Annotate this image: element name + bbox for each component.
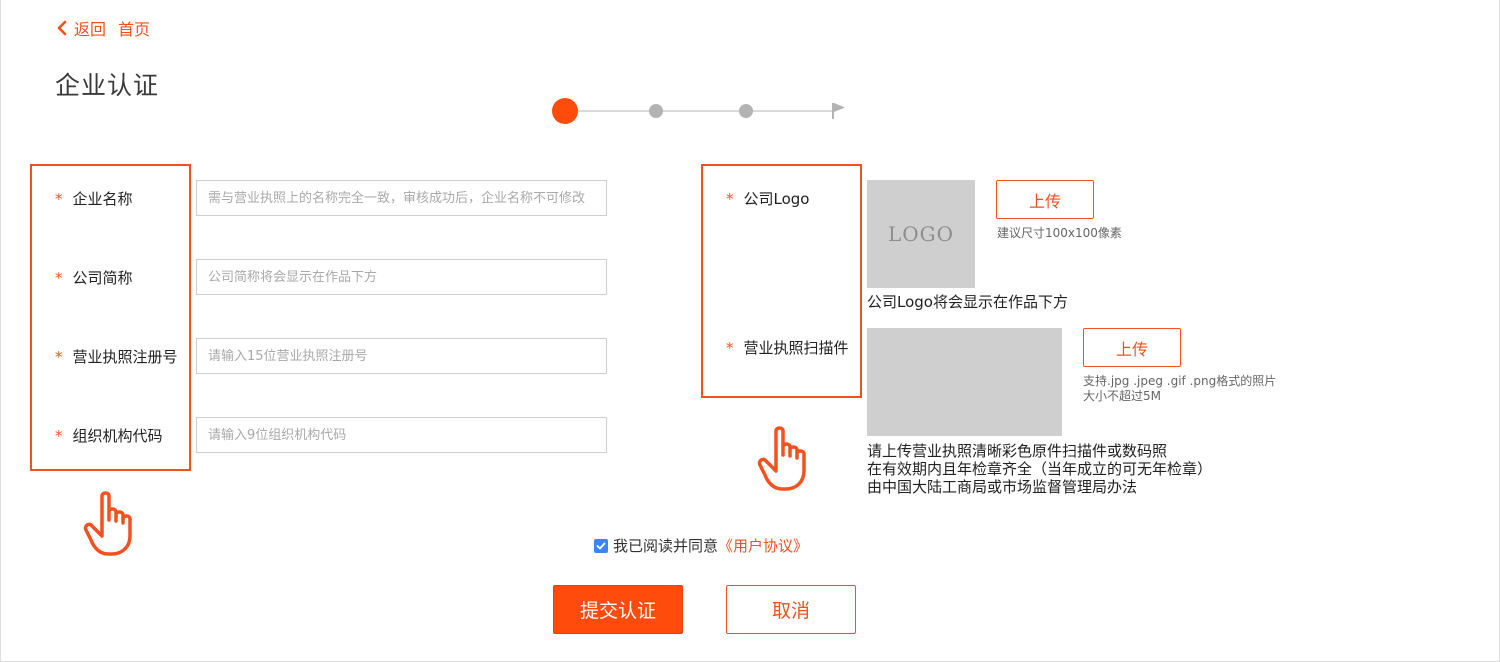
- license-preview: [867, 328, 1062, 436]
- back-label: 返回: [74, 20, 107, 39]
- pointing-hand-icon: [757, 426, 806, 491]
- short-name-input[interactable]: [196, 259, 607, 295]
- logo-preview-text: LOGO: [887, 222, 955, 246]
- field-label-short-name: * 公司简称: [55, 269, 133, 287]
- step-1-active: [552, 98, 578, 124]
- license-upload-button[interactable]: 上传: [1083, 328, 1181, 367]
- cancel-button[interactable]: 取消: [726, 585, 856, 634]
- license-desc-line-2: 在有效期内且年检章齐全（当年成立的可无年检章）: [867, 460, 1213, 478]
- field-label-org-code: * 组织机构代码: [55, 427, 163, 445]
- progress-stepper: [552, 98, 852, 124]
- required-mark: *: [55, 269, 63, 287]
- field-label-registration-number: * 营业执照注册号: [55, 348, 178, 366]
- required-mark: *: [55, 427, 63, 445]
- registration-number-input[interactable]: [196, 338, 607, 374]
- agreement-checkbox[interactable]: [594, 538, 608, 553]
- logo-upload-button[interactable]: 上传: [996, 180, 1094, 219]
- company-name-input[interactable]: [196, 180, 607, 216]
- flag-icon: [832, 103, 845, 119]
- license-size-hint: 大小不超过5M: [1083, 389, 1161, 403]
- license-desc-line-3: 由中国大陆工商局或市场监督管理局办法: [867, 478, 1138, 496]
- logo-size-hint: 建议尺寸100x100像素: [997, 226, 1122, 240]
- org-code-input[interactable]: [196, 417, 607, 453]
- pointing-hand-icon: [83, 491, 132, 556]
- field-label-company-name: * 企业名称: [55, 190, 133, 208]
- agreement-text: 我已阅读并同意: [613, 537, 719, 555]
- chevron-left-icon: [57, 20, 67, 36]
- field-label-logo: * 公司Logo: [726, 190, 810, 208]
- field-label-license: * 营业执照扫描件: [726, 339, 849, 357]
- home-link[interactable]: 首页: [118, 16, 150, 40]
- page-title: 企业认证: [55, 71, 160, 100]
- logo-preview: LOGO: [867, 180, 975, 288]
- agreement-row: 我已阅读并同意 《用户协议》: [594, 535, 808, 556]
- check-icon: [596, 542, 606, 549]
- submit-button[interactable]: 提交认证: [553, 585, 683, 634]
- required-mark: *: [55, 348, 63, 366]
- step-3: [739, 104, 753, 118]
- required-mark: *: [726, 339, 734, 357]
- back-link[interactable]: 返回 首页: [56, 16, 150, 40]
- user-agreement-link[interactable]: 《用户协议》: [718, 535, 808, 556]
- license-desc-line-1: 请上传营业执照清晰彩色原件扫描件或数码照: [867, 442, 1168, 460]
- logo-description: 公司Logo将会显示在作品下方: [867, 293, 1068, 311]
- step-2: [649, 104, 663, 118]
- license-format-hint: 支持.jpg .jpeg .gif .png格式的照片: [1083, 374, 1277, 388]
- stepper-line: [578, 110, 833, 112]
- required-mark: *: [55, 190, 63, 208]
- required-mark: *: [726, 190, 734, 208]
